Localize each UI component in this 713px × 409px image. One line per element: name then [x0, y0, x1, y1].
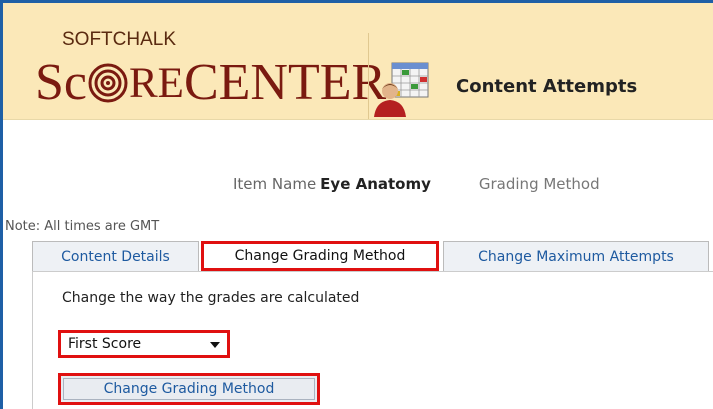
grading-method-select[interactable]: First Score	[58, 330, 230, 358]
page-title: Content Attempts	[456, 76, 638, 97]
item-name-label: Item Name	[233, 175, 317, 193]
change-grading-method-button[interactable]: Change Grading Method	[58, 373, 320, 405]
gradebook-user-icon	[374, 62, 429, 117]
item-info-row: Item Name Eye Anatomy Grading Method	[233, 175, 600, 193]
header: SOFTCHALK Sc RECENTER Content Attempts	[3, 3, 713, 120]
logo-scorecenter-text: Sc RECENTER	[35, 54, 387, 111]
grading-method-select-value: First Score	[68, 336, 142, 352]
tab-change-grading-method[interactable]: Change Grading Method	[201, 241, 439, 271]
target-icon	[88, 63, 128, 103]
item-name-value: Eye Anatomy	[320, 175, 431, 193]
scorecenter-logo: SOFTCHALK Sc RECENTER	[25, 29, 386, 119]
timezone-note: Note: All times are GMT	[5, 219, 160, 234]
button-inner-border	[63, 378, 315, 400]
grading-method-label: Grading Method	[478, 175, 600, 193]
grading-description: Change the way the grades are calculated	[62, 290, 360, 306]
tab-panel-left-border	[32, 271, 33, 409]
tab-panel-top-border	[32, 271, 713, 272]
tab-content-details[interactable]: Content Details	[32, 241, 199, 271]
header-divider	[368, 33, 369, 119]
tab-change-maximum-attempts[interactable]: Change Maximum Attempts	[443, 241, 709, 271]
chevron-down-icon	[210, 342, 220, 348]
logo-softchalk-text: SOFTCHALK	[62, 29, 177, 50]
header-bottom-border	[3, 119, 713, 120]
